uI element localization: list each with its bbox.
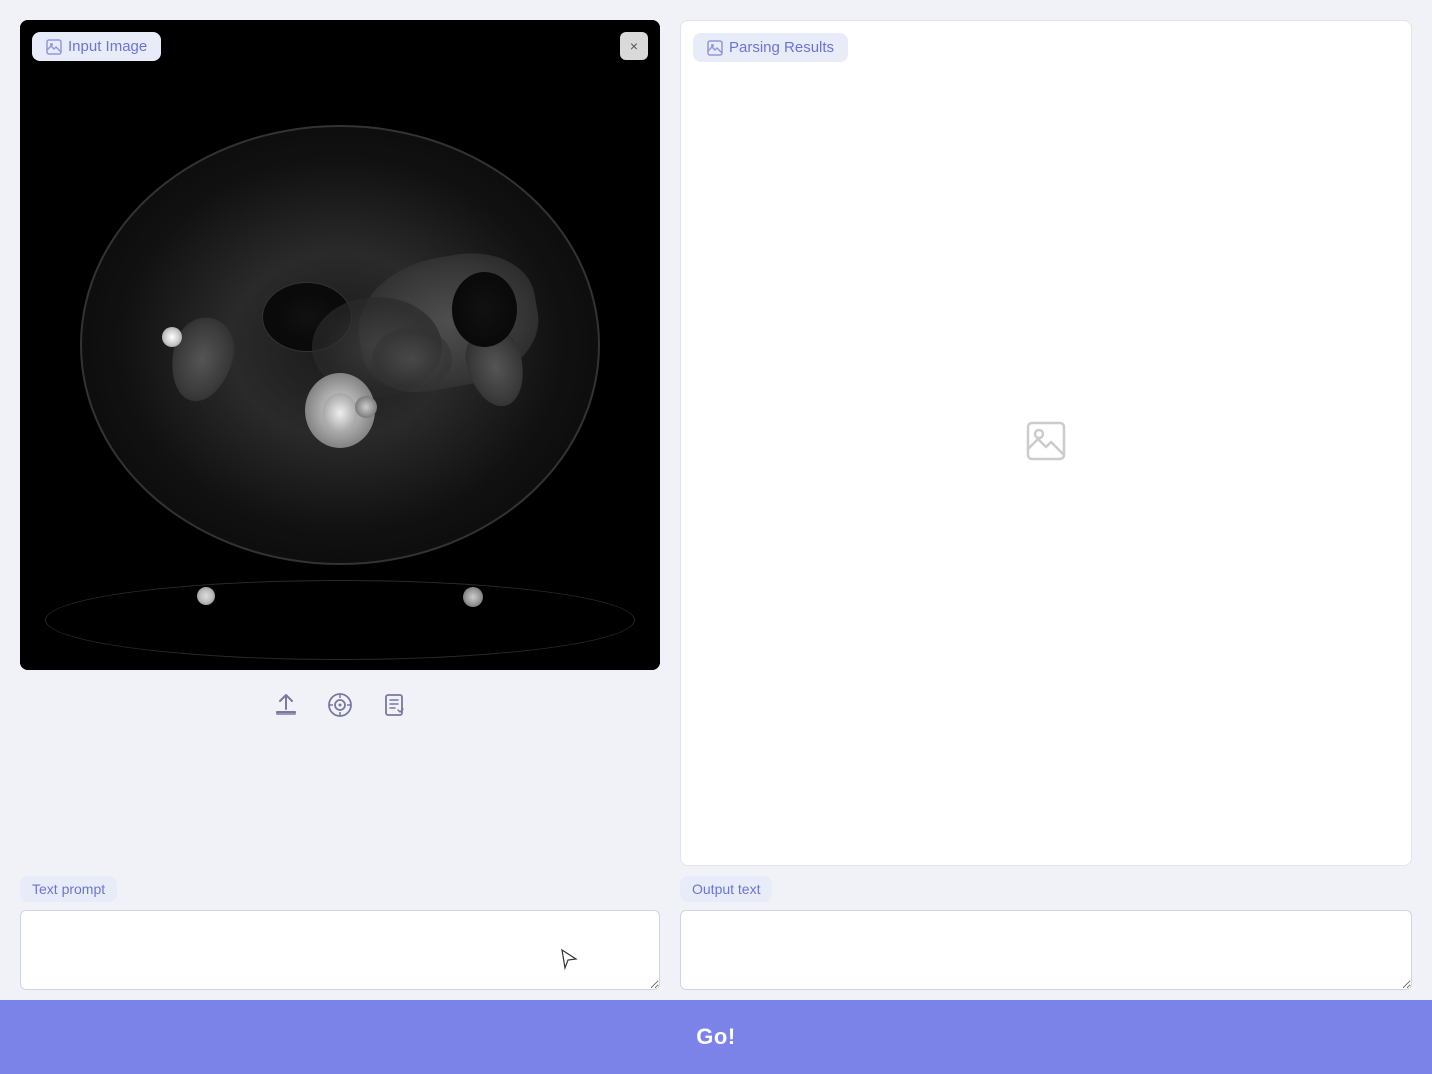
close-button[interactable]: × — [620, 32, 648, 60]
parsing-results-placeholder — [1026, 421, 1066, 466]
ct-scan-image — [20, 20, 660, 670]
left-panel: Input Image × — [20, 20, 660, 866]
go-button-container: Go! — [0, 1000, 1432, 1074]
parsing-results-label: Parsing Results — [693, 33, 848, 62]
parsing-results-icon — [707, 40, 723, 56]
bottom-section: Text prompt Output text — [0, 876, 1432, 1000]
text-prompt-input[interactable] — [20, 910, 660, 990]
camera-button[interactable] — [323, 688, 357, 722]
input-image-label: Input Image — [32, 32, 161, 61]
image-toolbar — [20, 680, 660, 730]
text-prompt-label: Text prompt — [20, 876, 117, 902]
go-button[interactable]: Go! — [0, 1000, 1432, 1074]
image-container: Input Image × — [20, 20, 660, 670]
right-panel: Parsing Results — [680, 20, 1412, 866]
upload-button[interactable] — [269, 688, 303, 722]
parsing-results-panel: Parsing Results — [680, 20, 1412, 866]
output-text-input[interactable] — [680, 910, 1412, 990]
text-prompt-panel: Text prompt — [20, 876, 660, 990]
document-scan-button[interactable] — [377, 688, 411, 722]
placeholder-icon — [1026, 421, 1066, 461]
output-text-panel: Output text — [680, 876, 1412, 990]
output-text-label: Output text — [680, 876, 772, 902]
image-label-icon — [46, 39, 62, 55]
